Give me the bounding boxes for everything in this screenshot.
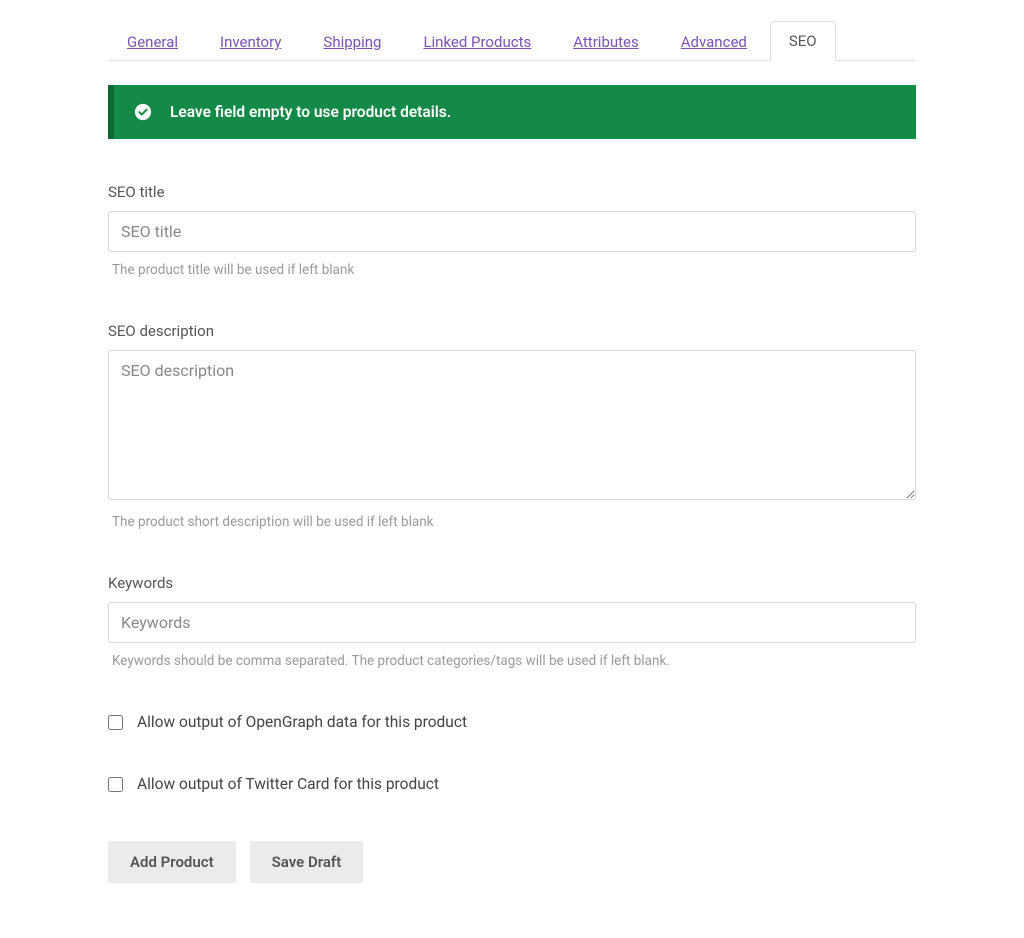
seo-tab-panel: General Inventory Shipping Linked Produc… bbox=[108, 20, 916, 883]
tab-advanced[interactable]: Advanced bbox=[662, 22, 766, 61]
seo-description-help: The product short description will be us… bbox=[108, 514, 916, 530]
twitter-label[interactable]: Allow output of Twitter Card for this pr… bbox=[137, 775, 439, 793]
opengraph-label[interactable]: Allow output of OpenGraph data for this … bbox=[137, 713, 467, 731]
opengraph-checkbox[interactable] bbox=[108, 715, 123, 730]
form-actions: Add Product Save Draft bbox=[108, 841, 916, 883]
seo-title-label: SEO title bbox=[108, 183, 916, 201]
seo-title-help: The product title will be used if left b… bbox=[108, 262, 916, 278]
keywords-input[interactable] bbox=[108, 602, 916, 643]
tab-attributes[interactable]: Attributes bbox=[554, 22, 658, 61]
tab-general[interactable]: General bbox=[108, 22, 197, 61]
keywords-help: Keywords should be comma separated. The … bbox=[108, 653, 916, 669]
seo-title-input[interactable] bbox=[108, 211, 916, 252]
seo-description-label: SEO description bbox=[108, 322, 916, 340]
twitter-option: Allow output of Twitter Card for this pr… bbox=[108, 775, 916, 793]
twitter-checkbox[interactable] bbox=[108, 777, 123, 792]
field-seo-title: SEO title The product title will be used… bbox=[108, 183, 916, 278]
field-keywords: Keywords Keywords should be comma separa… bbox=[108, 574, 916, 669]
keywords-label: Keywords bbox=[108, 574, 916, 592]
save-draft-button[interactable]: Save Draft bbox=[250, 841, 364, 883]
product-tabs: General Inventory Shipping Linked Produc… bbox=[108, 20, 916, 61]
tab-inventory[interactable]: Inventory bbox=[201, 22, 300, 61]
tab-shipping[interactable]: Shipping bbox=[304, 22, 400, 61]
info-notice: Leave field empty to use product details… bbox=[108, 85, 916, 139]
check-circle-icon bbox=[134, 103, 152, 121]
add-product-button[interactable]: Add Product bbox=[108, 841, 236, 883]
notice-text: Leave field empty to use product details… bbox=[170, 103, 451, 121]
seo-description-input[interactable] bbox=[108, 350, 916, 500]
tab-seo[interactable]: SEO bbox=[770, 21, 836, 61]
opengraph-option: Allow output of OpenGraph data for this … bbox=[108, 713, 916, 731]
field-seo-description: SEO description The product short descri… bbox=[108, 322, 916, 530]
tab-linked-products[interactable]: Linked Products bbox=[404, 22, 550, 61]
